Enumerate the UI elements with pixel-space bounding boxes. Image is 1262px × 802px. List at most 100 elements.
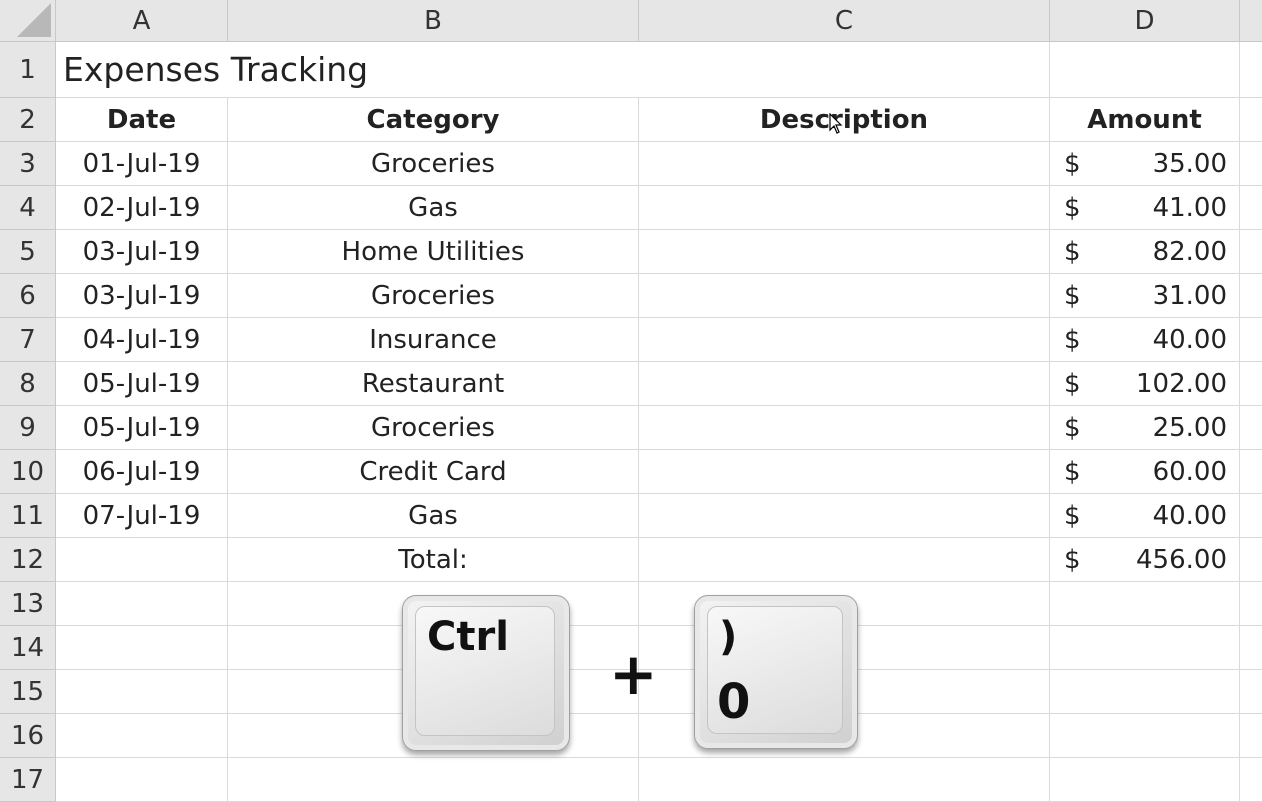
- row-header-1[interactable]: 1: [0, 42, 56, 98]
- cell-filler-14: [1240, 626, 1262, 670]
- cell-b17[interactable]: [228, 758, 639, 802]
- total-label[interactable]: Total:: [228, 538, 639, 582]
- row-header-5[interactable]: 5: [0, 230, 56, 274]
- cell-filler-4: [1240, 186, 1262, 230]
- amount-cell[interactable]: $102.00: [1050, 362, 1240, 406]
- currency-symbol: $: [1064, 412, 1081, 443]
- description-cell[interactable]: [639, 230, 1050, 274]
- amount-cell[interactable]: $40.00: [1050, 318, 1240, 362]
- row-header-13[interactable]: 13: [0, 582, 56, 626]
- row-header-7[interactable]: 7: [0, 318, 56, 362]
- description-cell[interactable]: [639, 494, 1050, 538]
- cell-filler-13: [1240, 582, 1262, 626]
- amount-cell[interactable]: $31.00: [1050, 274, 1240, 318]
- cell-a17[interactable]: [56, 758, 228, 802]
- description-cell[interactable]: [639, 318, 1050, 362]
- cell-filler-8: [1240, 362, 1262, 406]
- category-cell[interactable]: Gas: [228, 186, 639, 230]
- select-all-button[interactable]: [0, 0, 56, 42]
- header-description[interactable]: Description: [639, 98, 1050, 142]
- header-amount[interactable]: Amount: [1050, 98, 1240, 142]
- amount-cell[interactable]: $25.00: [1050, 406, 1240, 450]
- cell-filler-1: [1240, 42, 1262, 98]
- row-header-15[interactable]: 15: [0, 670, 56, 714]
- cell-d14[interactable]: [1050, 626, 1240, 670]
- description-cell[interactable]: [639, 362, 1050, 406]
- description-cell[interactable]: [639, 406, 1050, 450]
- cell-d16[interactable]: [1050, 714, 1240, 758]
- cell-d15[interactable]: [1050, 670, 1240, 714]
- cell-a15[interactable]: [56, 670, 228, 714]
- amount-cell[interactable]: $41.00: [1050, 186, 1240, 230]
- date-cell[interactable]: 02-Jul-19: [56, 186, 228, 230]
- date-cell[interactable]: 05-Jul-19: [56, 406, 228, 450]
- cell-c1[interactable]: [639, 42, 1050, 98]
- cell-filler-5: [1240, 230, 1262, 274]
- row-header-12[interactable]: 12: [0, 538, 56, 582]
- cell-filler-9: [1240, 406, 1262, 450]
- category-cell[interactable]: Restaurant: [228, 362, 639, 406]
- header-category[interactable]: Category: [228, 98, 639, 142]
- row-header-4[interactable]: 4: [0, 186, 56, 230]
- date-cell[interactable]: 05-Jul-19: [56, 362, 228, 406]
- cell-c17[interactable]: [639, 758, 1050, 802]
- cell-a14[interactable]: [56, 626, 228, 670]
- row-header-17[interactable]: 17: [0, 758, 56, 802]
- column-header-d[interactable]: D: [1050, 0, 1240, 42]
- cell-c12[interactable]: [639, 538, 1050, 582]
- category-cell[interactable]: Insurance: [228, 318, 639, 362]
- cell-filler-17: [1240, 758, 1262, 802]
- cell-a16[interactable]: [56, 714, 228, 758]
- cell-a13[interactable]: [56, 582, 228, 626]
- description-cell[interactable]: [639, 274, 1050, 318]
- date-cell[interactable]: 03-Jul-19: [56, 230, 228, 274]
- plus-sign: +: [609, 640, 658, 708]
- column-header-c[interactable]: C: [639, 0, 1050, 42]
- column-header-b[interactable]: B: [228, 0, 639, 42]
- category-cell[interactable]: Home Utilities: [228, 230, 639, 274]
- total-amount-cell[interactable]: $456.00: [1050, 538, 1240, 582]
- amount-value: 35.00: [1152, 148, 1227, 179]
- description-cell[interactable]: [639, 186, 1050, 230]
- date-cell[interactable]: 01-Jul-19: [56, 142, 228, 186]
- cell-filler-6: [1240, 274, 1262, 318]
- amount-value: 102.00: [1136, 368, 1227, 399]
- date-cell[interactable]: 04-Jul-19: [56, 318, 228, 362]
- header-date[interactable]: Date: [56, 98, 228, 142]
- date-cell[interactable]: 07-Jul-19: [56, 494, 228, 538]
- cell-filler-16: [1240, 714, 1262, 758]
- amount-cell[interactable]: $82.00: [1050, 230, 1240, 274]
- amount-cell[interactable]: $35.00: [1050, 142, 1240, 186]
- cell-d1[interactable]: [1050, 42, 1240, 98]
- description-cell[interactable]: [639, 450, 1050, 494]
- date-cell[interactable]: 06-Jul-19: [56, 450, 228, 494]
- category-cell[interactable]: Credit Card: [228, 450, 639, 494]
- date-cell[interactable]: 03-Jul-19: [56, 274, 228, 318]
- row-header-3[interactable]: 3: [0, 142, 56, 186]
- amount-cell[interactable]: $60.00: [1050, 450, 1240, 494]
- cell-d13[interactable]: [1050, 582, 1240, 626]
- description-cell[interactable]: [639, 142, 1050, 186]
- column-header-a[interactable]: A: [56, 0, 228, 42]
- row-header-10[interactable]: 10: [0, 450, 56, 494]
- select-all-triangle-icon: [17, 3, 51, 37]
- row-header-6[interactable]: 6: [0, 274, 56, 318]
- row-header-16[interactable]: 16: [0, 714, 56, 758]
- row-header-9[interactable]: 9: [0, 406, 56, 450]
- amount-cell[interactable]: $40.00: [1050, 494, 1240, 538]
- cell-d17[interactable]: [1050, 758, 1240, 802]
- row-header-8[interactable]: 8: [0, 362, 56, 406]
- amount-value: 82.00: [1152, 236, 1227, 267]
- row-header-14[interactable]: 14: [0, 626, 56, 670]
- category-cell[interactable]: Groceries: [228, 406, 639, 450]
- category-cell[interactable]: Groceries: [228, 274, 639, 318]
- category-cell[interactable]: Groceries: [228, 142, 639, 186]
- currency-symbol: $: [1064, 456, 1081, 487]
- row-header-11[interactable]: 11: [0, 494, 56, 538]
- cell-a12[interactable]: [56, 538, 228, 582]
- row-header-2[interactable]: 2: [0, 98, 56, 142]
- category-cell[interactable]: Gas: [228, 494, 639, 538]
- cell-filler-2: [1240, 98, 1262, 142]
- sheet-title[interactable]: Expenses Tracking: [56, 42, 639, 98]
- ctrl-key: Ctrl: [402, 595, 570, 751]
